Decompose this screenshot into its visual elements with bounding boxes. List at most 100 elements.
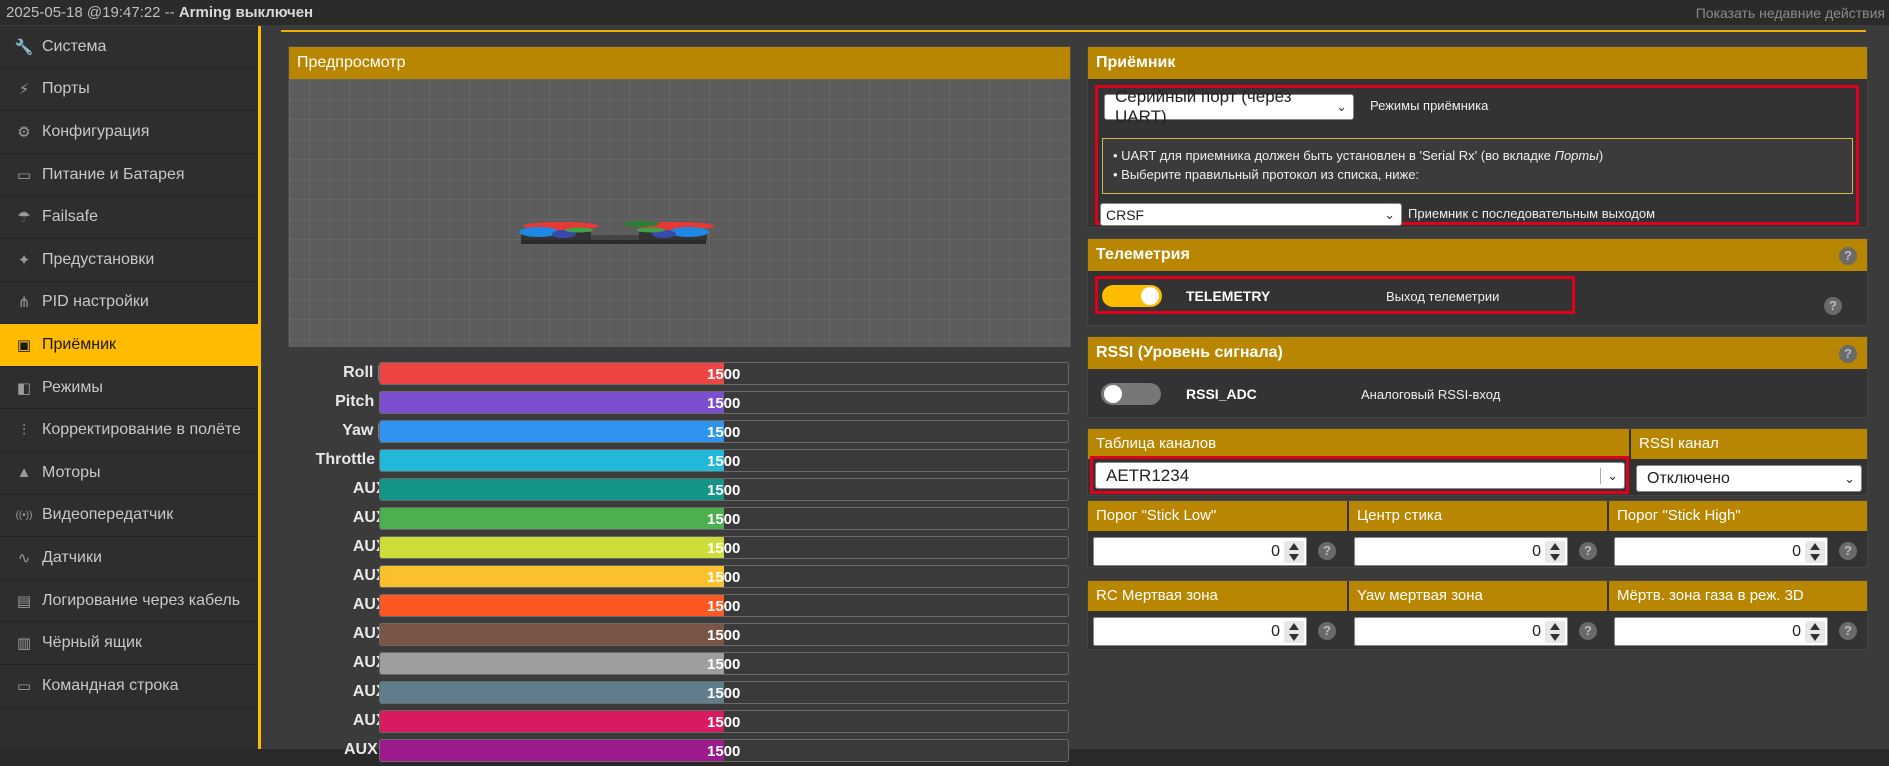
channel-bar-fill (380, 450, 724, 471)
model-preview-viewport[interactable] (289, 79, 1070, 347)
sidebar-item-1[interactable]: ⚡ Порты (0, 69, 258, 112)
sidebar-item-15[interactable]: ▭ Командная строка (0, 665, 258, 708)
sidebar-item-label: Чёрный ящик (42, 634, 142, 652)
channel-map-highlight: AETR1234 ⌄ (1090, 456, 1629, 494)
rssi-adc-toggle[interactable] (1101, 383, 1161, 405)
help-icon[interactable]: ? (1824, 297, 1842, 315)
sidebar-item-8[interactable]: ◧ Режимы (0, 367, 258, 410)
protocol-select[interactable]: CRSF ⌄ (1100, 203, 1402, 226)
help-icon[interactable]: ? (1318, 622, 1336, 640)
channel-bar-fill (380, 392, 724, 413)
channel-bar: 1500 (379, 594, 1069, 617)
chevron-down-icon: ⌄ (1844, 470, 1855, 486)
help-icon[interactable]: ? (1839, 247, 1857, 265)
channel-map-panel: Таблица каналов AETR1234 ⌄ RSSI канал От… (1087, 428, 1868, 496)
stick-high-label: Порог "Stick High" (1609, 501, 1867, 531)
channel-value: 1500 (707, 685, 741, 702)
channel-row: AUX 8 1500 (261, 679, 1081, 708)
gear-icon: ⚙ (17, 123, 31, 141)
stepper-icon[interactable] (1545, 541, 1565, 563)
rssi-desc: Аналоговый RSSI-вход (1361, 387, 1501, 402)
sidebar-item-14[interactable]: ▥ Чёрный ящик (0, 622, 258, 665)
channel-value: 1500 (707, 453, 741, 470)
throttle-3d-deadband-label: Мёртв. зона газа в реж. 3D (1609, 581, 1867, 611)
channel-bar-fill (380, 682, 724, 703)
channel-row: Pitch [E] 1500 (261, 389, 1081, 418)
telemetry-desc: Выход телеметрии (1386, 289, 1500, 304)
channel-row: Throttle [T] 1500 (261, 447, 1081, 476)
channel-bar-fill (380, 508, 724, 529)
channel-bar-fill (380, 566, 724, 587)
sidebar-item-5[interactable]: ✦ Предустановки (0, 239, 258, 282)
stepper-icon[interactable] (1545, 621, 1565, 643)
channel-value: 1500 (707, 743, 741, 760)
stepper-icon[interactable] (1805, 541, 1825, 563)
stick-center-input[interactable]: 0 (1354, 537, 1568, 566)
receiver-note: • UART для приемника должен быть установ… (1102, 138, 1853, 194)
yaw-deadband-input[interactable]: 0 (1354, 617, 1568, 646)
sidebar-item-13[interactable]: ▤ Логирование через кабель (0, 580, 258, 623)
sidebar-item-0[interactable]: 🔧 Система (0, 26, 258, 69)
stick-high-input[interactable]: 0 (1614, 537, 1828, 566)
rc-deadband-input[interactable]: 0 (1093, 617, 1307, 646)
help-icon[interactable]: ? (1839, 622, 1857, 640)
help-icon[interactable]: ? (1318, 542, 1336, 560)
channel-bar: 1500 (379, 507, 1069, 530)
quadcopter-model (519, 221, 714, 244)
channel-bar-fill (380, 624, 724, 645)
stepper-icon[interactable] (1284, 541, 1304, 563)
telemetry-toggle[interactable] (1102, 285, 1162, 307)
stick-low-input[interactable]: 0 (1093, 537, 1307, 566)
sidebar-item-11[interactable]: ((•)) Видеопередатчик (0, 495, 258, 538)
preview-panel: Предпросмотр (288, 46, 1071, 347)
terminal-icon: ▭ (16, 677, 32, 695)
channel-value: 1500 (707, 395, 741, 412)
help-icon[interactable]: ? (1579, 542, 1597, 560)
channel-bar: 1500 (379, 681, 1069, 704)
sidebar-item-6[interactable]: ⋔ PID настройки (0, 282, 258, 325)
channel-value: 1500 (707, 656, 741, 673)
sidebar-item-12[interactable]: ∿ Датчики (0, 537, 258, 580)
channel-bar-fill (380, 740, 724, 761)
wrench-icon: 🔧 (14, 38, 34, 56)
channel-map-input[interactable]: AETR1234 ⌄ (1095, 462, 1625, 489)
channel-bar: 1500 (379, 478, 1069, 501)
stepper-icon[interactable] (1284, 621, 1304, 643)
channel-bars: Roll [A] 1500 Pitch [E] 1500 Yaw [R] 1500 Thro… (261, 360, 1081, 766)
sidebar-item-label: Командная строка (42, 676, 179, 694)
channel-bar: 1500 (379, 710, 1069, 733)
sidebar-item-9[interactable]: ⫶ Корректирование в полёте (0, 409, 258, 452)
stepper-icon[interactable] (1805, 621, 1825, 643)
motor-icon: ▲ (16, 464, 32, 482)
sidebar-item-10[interactable]: ▲ Моторы (0, 452, 258, 495)
show-recent-actions-link[interactable]: Показать недавние действия (1696, 5, 1885, 21)
receiver-panel: Приёмник Серийный порт (через UART) ⌄ Ре… (1087, 46, 1868, 228)
channel-bar: 1500 (379, 652, 1069, 675)
rssi-channel-select[interactable]: Отключено ⌄ (1636, 465, 1862, 492)
channel-bar-fill (380, 421, 724, 442)
channel-value: 1500 (707, 714, 741, 731)
channel-value: 1500 (707, 540, 741, 557)
channel-bar-fill (380, 479, 724, 500)
sidebar-item-2[interactable]: ⚙ Конфигурация (0, 111, 258, 154)
help-icon[interactable]: ? (1839, 345, 1857, 363)
sidebar-item-label: PID настройки (42, 293, 149, 311)
help-icon[interactable]: ? (1839, 542, 1857, 560)
channel-value: 1500 (707, 511, 741, 528)
channel-row: AUX 4 1500 (261, 563, 1081, 592)
sidebar-item-4[interactable]: ☂ Failsafe (0, 196, 258, 239)
stick-thresholds-panel: Порог "Stick Low" 0 ? Центр стика 0 ? По… (1087, 500, 1868, 568)
receiver-mode-select[interactable]: Серийный порт (через UART) ⌄ (1104, 87, 1354, 126)
channel-value: 1500 (707, 482, 741, 499)
battery-icon: ▭ (16, 166, 32, 184)
receiver-tab: Предпросмотр Roll [A] 1500 Pitch [E] 150… (261, 26, 1889, 762)
blackbox-icon: ▥ (16, 635, 32, 653)
help-icon[interactable]: ? (1579, 622, 1597, 640)
throttle-3d-deadband-input[interactable]: 0 (1614, 617, 1828, 646)
stick-low-label: Порог "Stick Low" (1088, 501, 1347, 531)
receiver-title: Приёмник (1088, 47, 1867, 79)
sidebar-item-7[interactable]: ▣ Приёмник (0, 324, 258, 367)
channel-value: 1500 (707, 569, 741, 586)
sidebar-item-3[interactable]: ▭ Питание и Батарея (0, 154, 258, 197)
sidebar-item-label: Режимы (42, 378, 103, 396)
